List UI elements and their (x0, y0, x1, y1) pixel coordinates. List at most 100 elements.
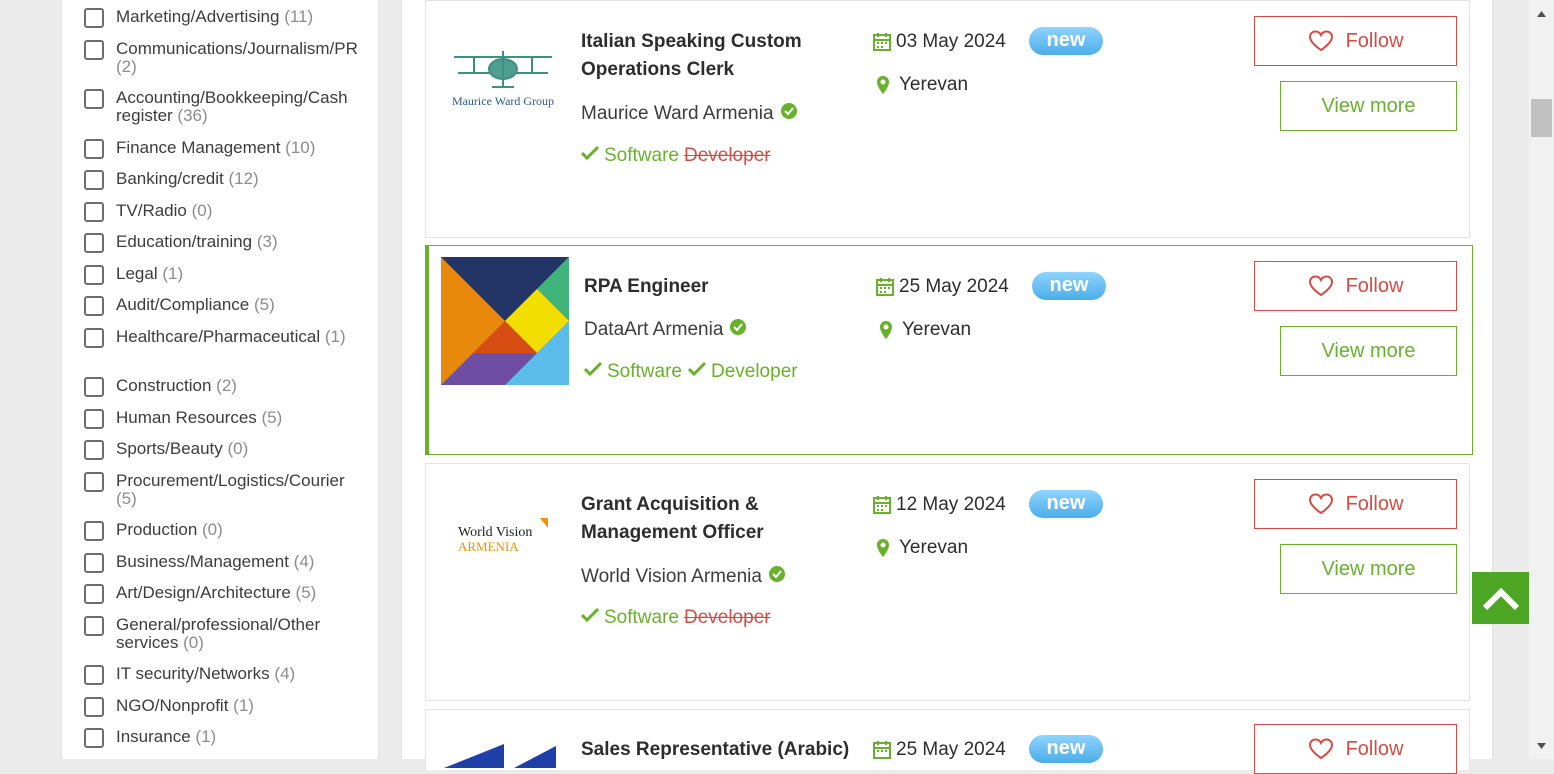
category-label: TV/Radio (116, 201, 187, 220)
category-count: (4) (274, 664, 296, 683)
category-checkbox-it-security[interactable]: IT security/Networks (4) (84, 665, 366, 685)
job-title[interactable]: Grant Acquisition & Management Officer (581, 491, 841, 547)
follow-button[interactable]: Follow (1254, 479, 1457, 529)
category-count: (10) (285, 138, 316, 157)
job-title[interactable]: Sales Representative (Arabic) (581, 736, 881, 764)
category-checkbox-audit[interactable]: Audit/Compliance (5) (84, 296, 366, 316)
job-card[interactable]: World Vision ARMENIA Grant Acquisition &… (425, 463, 1470, 701)
company-name[interactable]: Maurice Ward Armenia (581, 102, 798, 126)
check-icon (583, 361, 603, 383)
category-checkbox-tv-radio[interactable]: TV/Radio (0) (84, 202, 366, 222)
category-count: (1) (195, 727, 217, 746)
view-more-button[interactable]: View more (1280, 544, 1457, 594)
checkbox[interactable] (84, 728, 104, 748)
category-label: Construction (116, 376, 212, 395)
follow-label: Follow (1345, 274, 1404, 297)
category-label: Audit/Compliance (116, 295, 250, 314)
tag-software: Software (607, 361, 682, 382)
checkbox[interactable] (84, 8, 104, 28)
category-count: (36) (177, 106, 208, 125)
checkbox[interactable] (84, 584, 104, 604)
category-checkbox-marketing[interactable]: Marketing/Advertising (11) (84, 8, 366, 28)
checkbox[interactable] (84, 472, 104, 492)
verified-icon (780, 102, 798, 126)
posted-date: 25 May 2024 (875, 276, 1009, 298)
checkbox[interactable] (84, 328, 104, 348)
category-label: Production (116, 520, 198, 539)
check-icon (687, 361, 707, 383)
category-checkbox-accounting[interactable]: Accounting/Bookkeeping/Cash register (36… (84, 89, 366, 125)
category-checkbox-hr[interactable]: Human Resources (5) (84, 409, 366, 429)
checkbox[interactable] (84, 202, 104, 222)
checkbox[interactable] (84, 409, 104, 429)
check-icon (580, 607, 600, 629)
job-card[interactable]: RPA Engineer DataArt Armenia Software De… (425, 245, 1473, 455)
posted-date: 12 May 2024 (872, 494, 1006, 516)
location-text: Yerevan (899, 74, 969, 95)
category-count: (0) (183, 633, 204, 652)
checkbox[interactable] (84, 139, 104, 159)
checkbox[interactable] (84, 616, 104, 636)
checkbox[interactable] (84, 265, 104, 285)
category-label: NGO/Nonprofit (116, 696, 229, 715)
category-checkbox-communications[interactable]: Communications/Journalism/PR (2) (84, 40, 366, 76)
category-checkbox-sports[interactable]: Sports/Beauty (0) (84, 440, 366, 460)
category-label: Finance Management (116, 138, 281, 157)
category-checkbox-insurance[interactable]: Insurance (1) (84, 728, 366, 748)
scroll-to-top-button[interactable] (1472, 572, 1529, 624)
checkbox[interactable] (84, 553, 104, 573)
category-label: Legal (116, 264, 158, 283)
logo-text: Maurice Ward Group (452, 94, 554, 108)
checkbox[interactable] (84, 521, 104, 541)
job-title[interactable]: Italian Speaking Custom Operations Clerk (581, 28, 841, 84)
category-checkbox-banking[interactable]: Banking/credit (12) (84, 170, 366, 190)
checkbox[interactable] (84, 170, 104, 190)
follow-button[interactable]: Follow (1254, 261, 1457, 311)
scroll-up-arrow-icon (1537, 11, 1546, 17)
logo-subtext: ARMENIA (458, 539, 519, 554)
checkbox[interactable] (84, 233, 104, 253)
follow-button[interactable]: Follow (1254, 724, 1457, 774)
heart-icon (1308, 275, 1333, 297)
category-checkbox-ngo[interactable]: NGO/Nonprofit (1) (84, 697, 366, 717)
category-checkbox-production[interactable]: Production (0) (84, 521, 366, 541)
category-checkbox-legal[interactable]: Legal (1) (84, 265, 366, 285)
category-checkbox-education[interactable]: Education/training (3) (84, 233, 366, 253)
category-checkbox-healthcare[interactable]: Healthcare/Pharmaceutical (1) (84, 328, 366, 348)
calendar-icon (873, 496, 891, 514)
category-checkbox-construction[interactable]: Construction (2) (84, 377, 366, 397)
category-checkbox-business[interactable]: Business/Management (4) (84, 553, 366, 573)
view-more-button[interactable]: View more (1280, 326, 1457, 376)
category-checkbox-art-design[interactable]: Art/Design/Architecture (5) (84, 584, 366, 604)
tag-developer-unmatched: Developer (683, 607, 771, 628)
checkbox[interactable] (84, 296, 104, 316)
category-checkbox-procurement[interactable]: Procurement/Logistics/Courier (5) (84, 472, 366, 508)
check-icon (580, 145, 600, 167)
category-label: Healthcare/Pharmaceutical (116, 327, 321, 346)
checkbox[interactable] (84, 377, 104, 397)
job-title[interactable]: RPA Engineer (584, 273, 844, 301)
checkbox[interactable] (84, 40, 104, 60)
category-count: (5) (261, 408, 283, 427)
new-badge: new (1029, 490, 1103, 518)
category-checkbox-general[interactable]: General/professional/Other services (0) (84, 616, 366, 652)
category-count: (1) (162, 264, 184, 283)
calendar-icon (876, 278, 894, 296)
category-checkbox-finance[interactable]: Finance Management (10) (84, 139, 366, 159)
category-count: (2) (116, 57, 137, 76)
job-card[interactable]: Sales Representative (Arabic) 25 May 202… (425, 709, 1470, 774)
company-name[interactable]: World Vision Armenia (581, 565, 786, 589)
view-more-button[interactable]: View more (1280, 81, 1457, 131)
checkbox[interactable] (84, 697, 104, 717)
follow-label: Follow (1345, 29, 1404, 52)
company-logo-dataart (441, 257, 569, 385)
checkbox[interactable] (84, 665, 104, 685)
category-label: Sports/Beauty (116, 439, 223, 458)
new-badge: new (1029, 27, 1103, 55)
checkbox[interactable] (84, 440, 104, 460)
job-card[interactable]: Maurice Ward Group Italian Speaking Cust… (425, 0, 1470, 238)
company-name[interactable]: DataArt Armenia (584, 318, 747, 342)
follow-button[interactable]: Follow (1254, 16, 1457, 66)
checkbox[interactable] (84, 89, 104, 109)
scrollbar-thumb[interactable] (1531, 99, 1552, 137)
